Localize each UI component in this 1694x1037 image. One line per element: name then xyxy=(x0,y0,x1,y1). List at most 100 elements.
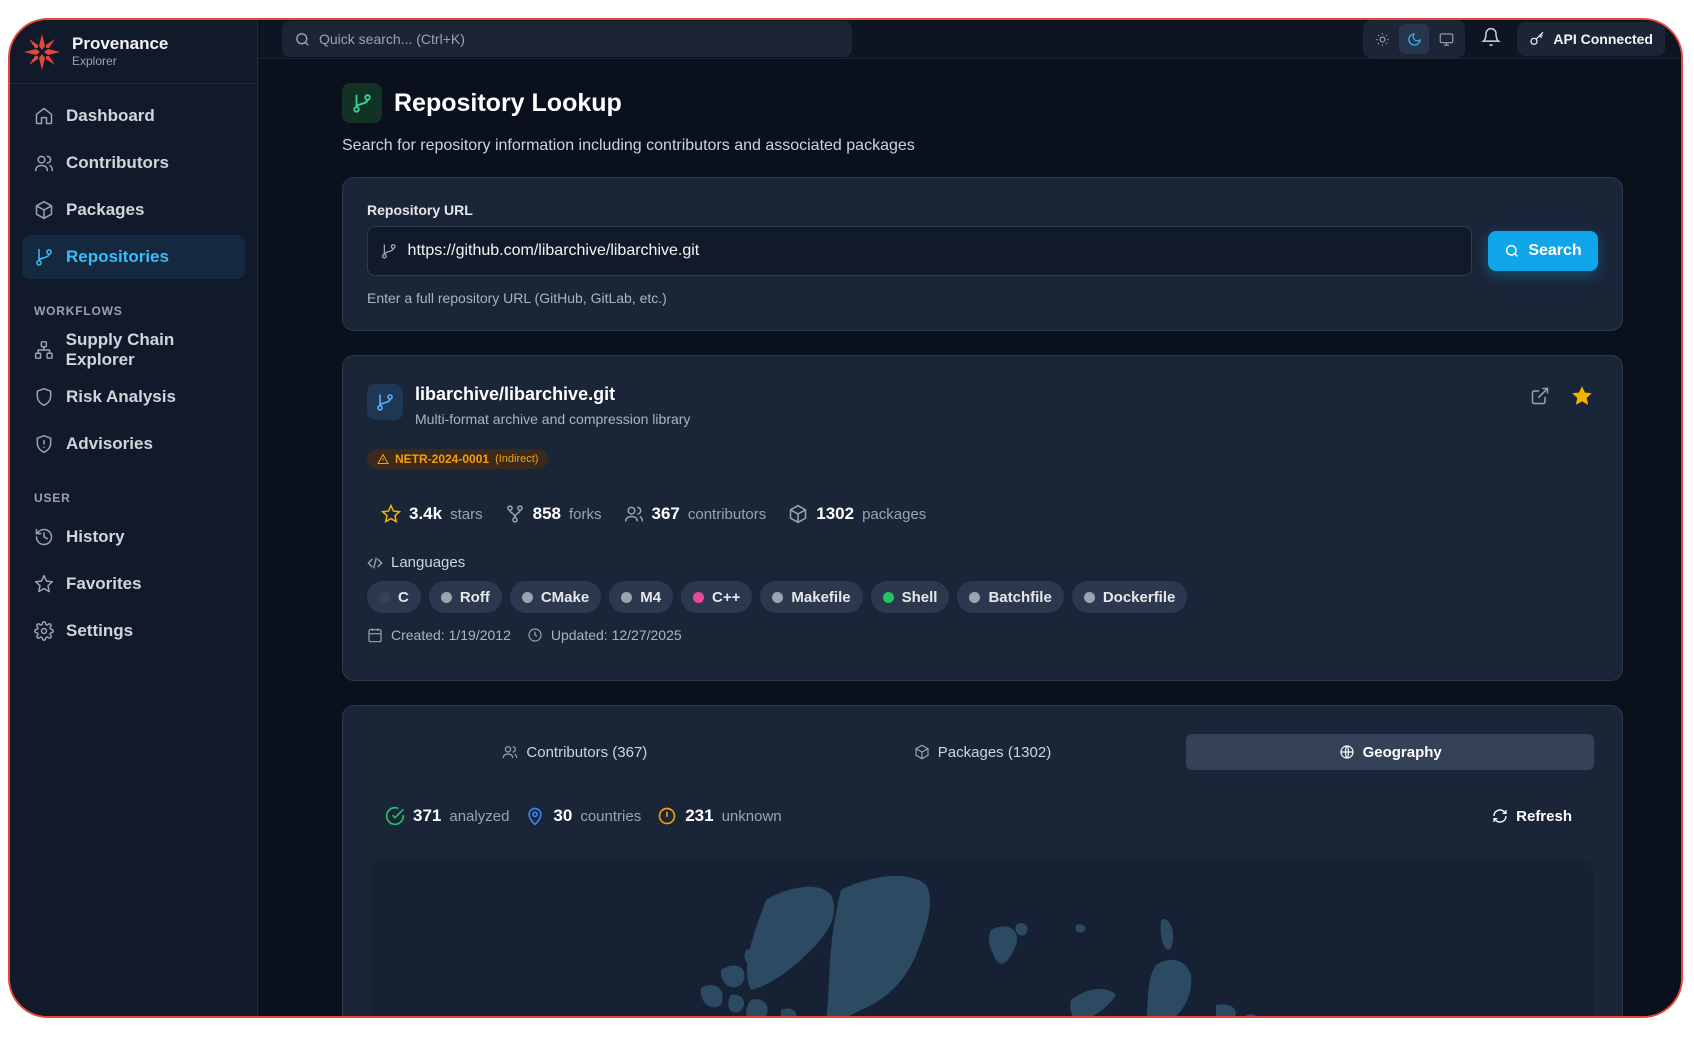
nav-item-history[interactable]: History xyxy=(22,515,245,559)
nav-item-label: Repositories xyxy=(66,247,169,266)
shield-alert-icon xyxy=(36,434,52,454)
nav-item-repositories[interactable]: Repositories xyxy=(22,235,245,279)
nav-item-label: Advisories xyxy=(66,434,153,453)
network-icon xyxy=(34,341,53,359)
language-name: M4 xyxy=(640,588,662,606)
repo-dates: Created: 1/19/2012 Updated: 12/27/2025 xyxy=(367,627,1598,643)
nav-item-settings[interactable]: Settings xyxy=(22,609,245,653)
external-link-icon[interactable] xyxy=(1530,386,1550,406)
repo-stats: 3.4k stars 858 forks 367 contributors 13… xyxy=(367,504,1598,524)
package-icon xyxy=(790,504,807,524)
check-circle-icon xyxy=(385,806,405,826)
repository-url-input[interactable] xyxy=(407,242,1471,260)
advisory-id: NETR-2024-0001 xyxy=(395,452,490,466)
language-chip[interactable]: C xyxy=(367,581,421,613)
language-chip[interactable]: CMake xyxy=(509,581,602,613)
system-theme-button[interactable] xyxy=(1431,24,1461,54)
workflows-section-label: WORKFLOWS xyxy=(34,304,123,318)
forks-stat: 858 forks xyxy=(505,504,602,524)
gear-icon xyxy=(34,621,54,641)
calendar-icon xyxy=(368,628,382,643)
main-nav: Dashboard Contributors Packages Reposito… xyxy=(10,84,257,656)
language-name: Roff xyxy=(459,588,490,606)
clock-icon xyxy=(528,628,542,642)
nav-item-supply-chain-explorer[interactable]: Supply Chain Explorer xyxy=(22,328,245,372)
notifications-button[interactable] xyxy=(1481,27,1502,52)
analyzed-count: 371 xyxy=(413,806,442,825)
language-chip[interactable]: Makefile xyxy=(760,581,863,613)
star-icon xyxy=(34,574,54,593)
advisory-badge[interactable]: NETR-2024-0001 (Indirect) xyxy=(367,449,549,469)
refresh-button[interactable]: Refresh xyxy=(1492,808,1572,825)
users-icon xyxy=(503,746,518,759)
language-chip[interactable]: Roff xyxy=(428,581,502,613)
languages-label: Languages xyxy=(391,554,466,571)
dark-theme-button[interactable] xyxy=(1399,24,1430,54)
search-button[interactable]: Search xyxy=(1488,231,1598,271)
git-branch-icon xyxy=(377,394,393,411)
tab-contributors[interactable]: Contributors (367) xyxy=(371,734,779,770)
page-title: Repository Lookup xyxy=(394,88,622,117)
nav-item-contributors[interactable]: Contributors xyxy=(22,141,245,185)
language-color-dot xyxy=(693,591,705,603)
light-theme-button[interactable] xyxy=(1367,24,1397,54)
nav-item-packages[interactable]: Packages xyxy=(22,188,245,232)
search-icon xyxy=(1506,244,1519,257)
world-map[interactable] xyxy=(371,860,1594,1016)
language-color-dot xyxy=(969,591,981,603)
language-name: CMake xyxy=(540,588,590,606)
language-chip[interactable]: C++ xyxy=(681,581,753,613)
analyzed-stat: 371 analyzed xyxy=(385,806,509,826)
quick-search-input[interactable]: Quick search... (Ctrl+K) xyxy=(282,21,852,57)
sidebar: Provenance Explorer Dashboard Contributo… xyxy=(10,20,258,1016)
tab-label: Geography xyxy=(1362,743,1442,761)
nav-item-advisories[interactable]: Advisories xyxy=(22,422,245,466)
app-window: Provenance Explorer Dashboard Contributo… xyxy=(8,18,1683,1018)
nav-item-label: History xyxy=(66,527,125,546)
key-icon xyxy=(1530,31,1544,45)
sun-icon xyxy=(1376,32,1389,46)
analyzed-label: analyzed xyxy=(449,807,510,825)
language-chip[interactable]: M4 xyxy=(609,581,674,613)
nav-item-label: Packages xyxy=(66,200,145,219)
language-chip[interactable]: Dockerfile xyxy=(1071,581,1188,613)
repository-url-field[interactable] xyxy=(367,226,1472,276)
topbar: Quick search... (Ctrl+K) API Connected xyxy=(258,20,1681,59)
page-content: Repository Lookup Search for repository … xyxy=(258,59,1623,1016)
nav-item-dashboard[interactable]: Dashboard xyxy=(22,94,245,138)
nav-item-risk-analysis[interactable]: Risk Analysis xyxy=(22,375,245,419)
nav-item-label: Favorites xyxy=(66,574,142,593)
brand[interactable]: Provenance Explorer xyxy=(10,20,257,84)
repository-url-label: Repository URL xyxy=(367,202,473,218)
repo-description: Multi-format archive and compression lib… xyxy=(415,411,691,427)
nav-item-label: Settings xyxy=(66,621,134,640)
language-chip[interactable]: Shell xyxy=(870,581,950,613)
tab-packages[interactable]: Packages (1302) xyxy=(779,734,1187,770)
packages-stat: 1302 packages xyxy=(788,504,926,524)
tab-label: Contributors (367) xyxy=(526,743,648,761)
provenance-logo-icon xyxy=(24,33,60,70)
users-icon xyxy=(624,506,643,522)
main-area: Quick search... (Ctrl+K) API Connected R… xyxy=(258,20,1681,1016)
nav-item-favorites[interactable]: Favorites xyxy=(22,562,245,606)
page-subtitle: Search for repository information includ… xyxy=(342,137,915,154)
packages-label: packages xyxy=(862,505,927,523)
page-title-badge xyxy=(342,83,382,123)
language-color-dot xyxy=(1083,591,1095,603)
globe-icon xyxy=(1339,745,1354,759)
api-status-button[interactable]: API Connected xyxy=(1517,22,1665,56)
repo-name: libarchive/libarchive.git xyxy=(415,384,616,404)
language-chip[interactable]: Batchfile xyxy=(957,581,1064,613)
details-tabs: Contributors (367) Packages (1302) Geogr… xyxy=(371,734,1595,770)
code-icon xyxy=(367,557,383,568)
languages-heading: Languages xyxy=(367,554,1598,571)
favorite-star-icon[interactable] xyxy=(1572,386,1592,406)
tab-geography[interactable]: Geography xyxy=(1186,734,1595,770)
geography-stats: 371 analyzed 30 countries 231 unknown Re… xyxy=(371,806,1594,826)
language-color-dot xyxy=(621,591,633,603)
shield-icon xyxy=(36,387,52,407)
topbar-actions: API Connected xyxy=(1363,20,1665,58)
countries-label: countries xyxy=(580,807,642,825)
language-name: Dockerfile xyxy=(1102,588,1176,606)
language-name: Makefile xyxy=(791,588,851,606)
